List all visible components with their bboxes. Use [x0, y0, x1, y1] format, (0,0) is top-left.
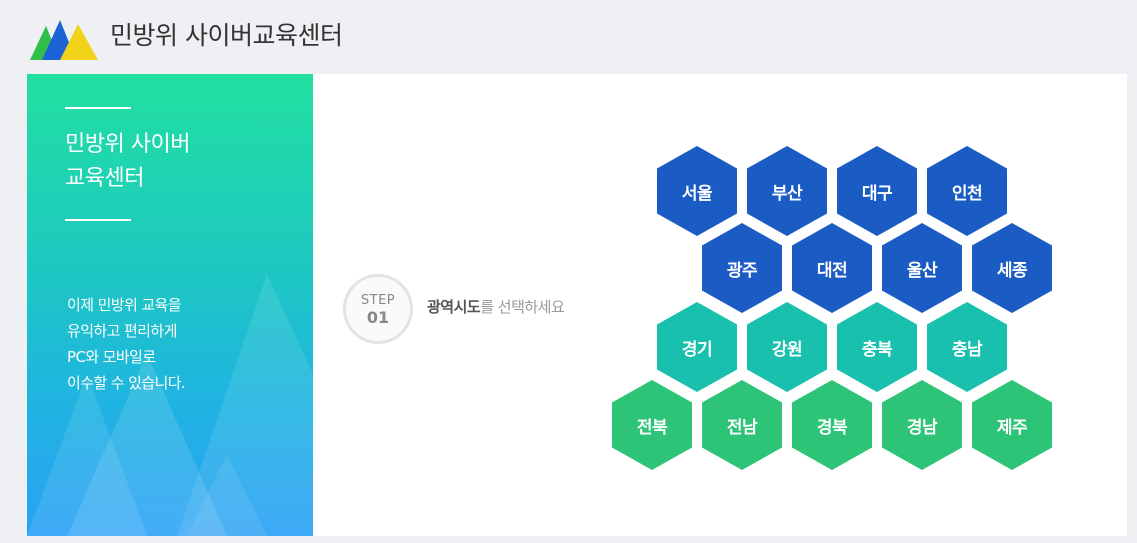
region-button[interactable]: 경기	[657, 302, 737, 392]
region-select-panel: STEP 01 광역시도를 선택하세요 서울 부산 대구 인천광주 대전 울산 세종경기 강원…	[313, 74, 1127, 536]
region-button[interactable]: 제주	[972, 380, 1052, 470]
header: 민방위 사이버교육센터	[0, 0, 1137, 70]
region-button[interactable]: 전북	[612, 380, 692, 470]
logo-icon[interactable]	[30, 16, 98, 60]
region-button[interactable]: 경남	[882, 380, 962, 470]
intro-panel: 민방위 사이버 교육센터 이제 민방위 교육을 유익하고 편리하게 PC와 모바…	[27, 74, 313, 536]
step-number: 01	[366, 308, 390, 327]
region-button[interactable]: 강원	[747, 302, 827, 392]
region-button[interactable]: 경북	[792, 380, 872, 470]
region-button[interactable]: 인천	[927, 146, 1007, 236]
region-button[interactable]: 광주	[702, 223, 782, 313]
region-button[interactable]: 대전	[792, 223, 872, 313]
region-button[interactable]: 충남	[927, 302, 1007, 392]
region-button[interactable]: 울산	[882, 223, 962, 313]
divider-bottom	[65, 219, 131, 221]
intro-title-line1: 민방위 사이버	[65, 132, 190, 157]
intro-desc-line: 유익하고 편리하게	[67, 322, 177, 340]
step-instruction-bold: 광역시도	[427, 298, 481, 316]
step-instruction: 광역시도를 선택하세요	[427, 296, 565, 317]
intro-desc-line: 이수할 수 있습니다.	[67, 374, 186, 392]
divider-top	[65, 107, 131, 109]
region-button[interactable]: 서울	[657, 146, 737, 236]
step-label: STEP	[360, 293, 396, 308]
region-button[interactable]: 충북	[837, 302, 917, 392]
intro-description: 이제 민방위 교육을 유익하고 편리하게 PC와 모바일로 이수할 수 있습니다…	[67, 292, 297, 396]
site-title[interactable]: 민방위 사이버교육센터	[110, 16, 343, 52]
region-button[interactable]: 세종	[972, 223, 1052, 313]
step-instruction-rest: 를 선택하세요	[480, 298, 565, 316]
region-button[interactable]: 대구	[837, 146, 917, 236]
region-button[interactable]: 부산	[747, 146, 827, 236]
step-badge: STEP 01	[343, 274, 413, 344]
region-button[interactable]: 전남	[702, 380, 782, 470]
intro-title: 민방위 사이버 교육센터	[65, 128, 265, 196]
intro-title-line2: 교육센터	[65, 166, 144, 191]
intro-desc-line: 이제 민방위 교육을	[67, 296, 182, 314]
intro-desc-line: PC와 모바일로	[67, 348, 156, 366]
